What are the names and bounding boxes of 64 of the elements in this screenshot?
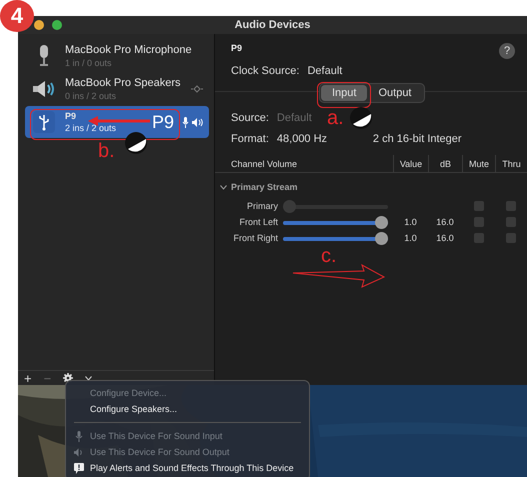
arrow-icon xyxy=(88,116,150,126)
menu-item[interactable]: Configure Speakers... xyxy=(66,401,309,417)
channel-db: 16.0 xyxy=(435,233,455,243)
slider-thumb[interactable] xyxy=(375,232,388,244)
column-header[interactable]: Mute xyxy=(462,155,495,173)
slider-thumb[interactable] xyxy=(375,216,388,228)
column-header[interactable]: dB xyxy=(428,155,462,173)
device-title: P9 xyxy=(231,43,242,55)
device-name: MacBook Pro Speakers xyxy=(65,77,182,89)
thru-checkbox[interactable] xyxy=(506,217,516,227)
menu-item[interactable]: Play Alerts and Sound Effects Through This Device xyxy=(66,460,309,476)
device-row[interactable]: MacBook Pro Microphone 1 in / 0 outs xyxy=(25,40,209,72)
device-io-count: 2 ins / 2 outs xyxy=(65,123,118,133)
chevron-down-icon[interactable] xyxy=(220,184,227,190)
channel-name: Front Left xyxy=(238,217,278,227)
volume-slider[interactable] xyxy=(283,232,388,244)
speaker-icon xyxy=(32,80,56,98)
stream-label: Primary Stream xyxy=(231,182,298,192)
help-button[interactable]: ? xyxy=(499,43,515,59)
volume-slider[interactable] xyxy=(283,200,388,212)
device-io-count: 0 ins / 2 outs xyxy=(65,91,118,101)
segment-tab[interactable]: Output xyxy=(367,85,422,101)
thru-checkbox[interactable] xyxy=(506,233,516,243)
step-number-badge: 4 xyxy=(0,0,34,32)
mute-checkbox[interactable] xyxy=(474,217,484,227)
microphone-icon xyxy=(37,44,51,68)
channel-value: 1.0 xyxy=(403,217,418,227)
device-io-count: 1 in / 0 outs xyxy=(65,58,113,68)
cursor-icon xyxy=(124,131,148,155)
channel-value: 1.0 xyxy=(403,233,418,243)
microphone-icon xyxy=(74,430,84,442)
device-name: P9 xyxy=(65,111,78,121)
device-name: MacBook Pro Microphone xyxy=(65,44,193,56)
channel-name: Primary xyxy=(246,201,278,211)
zoom-button[interactable] xyxy=(52,20,62,30)
callout-label: P9 xyxy=(152,113,174,131)
clock-source-value: Default xyxy=(307,65,342,77)
step-marker: c. xyxy=(321,246,337,266)
add-button[interactable]: + xyxy=(24,372,32,384)
channel-name: Front Right xyxy=(232,233,278,243)
format-label: Format: xyxy=(231,133,269,145)
usb-icon xyxy=(33,111,55,133)
column-header[interactable]: Channel Volume xyxy=(215,155,393,173)
alert-bubble-icon xyxy=(74,462,84,474)
chevron-down-icon[interactable] xyxy=(85,376,92,380)
channel-db: 16.0 xyxy=(435,217,455,227)
minimize-button[interactable] xyxy=(34,20,44,30)
volume-slider[interactable] xyxy=(283,216,388,228)
format-value: 2 ch 16-bit Integer xyxy=(372,133,462,145)
source-label: Source: xyxy=(231,112,269,124)
step-marker: a. xyxy=(327,108,344,128)
mute-checkbox[interactable] xyxy=(474,233,484,243)
clock-source-label: Clock Source: xyxy=(231,65,300,77)
column-header[interactable]: Value xyxy=(393,155,428,173)
sample-rate: 48,000 Hz xyxy=(276,133,328,145)
device-row[interactable]: MacBook Pro Speakers 0 ins / 2 outs xyxy=(25,73,209,105)
step-marker: b. xyxy=(98,141,115,161)
window-title: Audio Devices xyxy=(234,19,310,31)
arrow-icon xyxy=(292,264,386,288)
segment-tab[interactable]: Input xyxy=(321,85,368,101)
speaker-icon xyxy=(74,448,84,456)
column-header[interactable]: Thru xyxy=(495,155,527,173)
cursor-icon xyxy=(349,106,373,130)
source-value: Default xyxy=(276,112,312,124)
